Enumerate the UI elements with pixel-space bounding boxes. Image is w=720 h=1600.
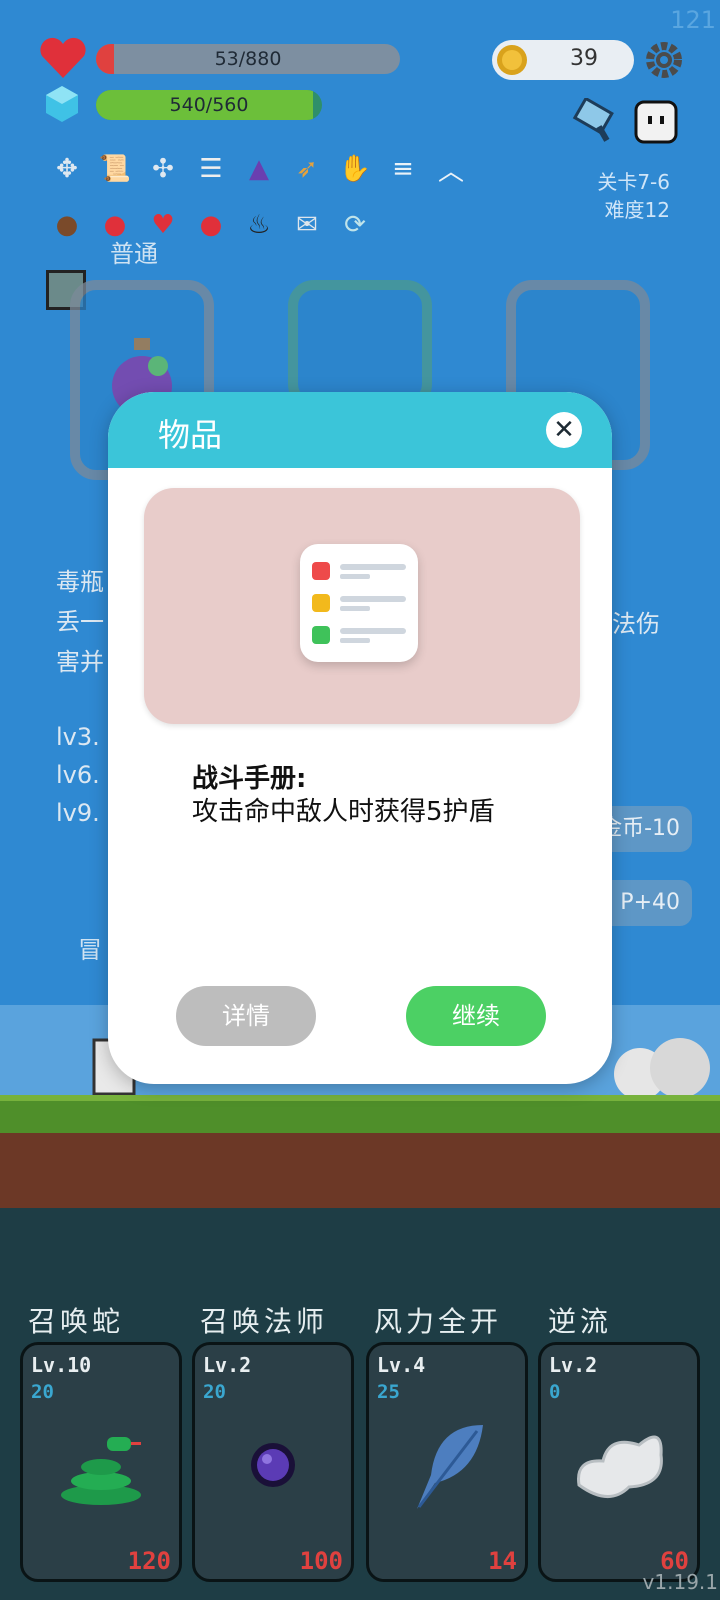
desc-line-1: 毒瓶 xyxy=(56,568,104,596)
skill-card-wind[interactable]: Lv.4 25 14 xyxy=(366,1342,528,1582)
chevron-up-icon[interactable]: ︿ xyxy=(432,150,470,188)
network-icon[interactable]: ✥ xyxy=(48,150,86,188)
level-line-1: lv3. xyxy=(56,723,100,751)
cleaver-icon[interactable] xyxy=(572,98,620,146)
coin-counter: 39 xyxy=(492,40,634,80)
skill-cost: 0 xyxy=(549,1381,561,1403)
item-description: 攻击命中敌人时获得5护盾 xyxy=(192,797,495,827)
dirt xyxy=(0,1133,720,1208)
scroll-icon[interactable]: 📜 xyxy=(96,150,134,188)
bow-icon[interactable]: ➶ xyxy=(288,150,326,188)
skill-level: Lv.2 xyxy=(549,1353,598,1377)
stage-info: 关卡7-6 难度12 xyxy=(597,168,670,224)
wizard-hat-icon[interactable]: ▲ xyxy=(240,150,278,188)
level-list: lv3. lv6. lv9. xyxy=(56,718,100,832)
skill-cost: 25 xyxy=(377,1381,400,1403)
skill-cost: 20 xyxy=(203,1381,226,1403)
skill-card-mage[interactable]: Lv.2 20 100 xyxy=(192,1342,354,1582)
continue-button[interactable]: 继续 xyxy=(406,986,546,1046)
level-line-2: lv6. xyxy=(56,761,100,789)
version-label: v1.19.1 xyxy=(642,1570,718,1594)
cloud-icon xyxy=(577,1435,663,1498)
toolbar-row-1: ✥ 📜 ✣ ☰ ▲ ➶ ✋ ≡ ︿ xyxy=(48,150,470,188)
level-line-3: lv9. xyxy=(56,799,100,827)
rarity-label: 普通 xyxy=(110,240,158,268)
ghost-icon[interactable] xyxy=(632,98,680,146)
hp-bar: 53/880 xyxy=(96,44,400,74)
desc-line-2: 丢一 xyxy=(56,608,104,636)
toolbar-row-2: ● ● ♥ ● ♨ ✉ ⟳ xyxy=(48,206,374,244)
skill-cost: 20 xyxy=(31,1381,54,1403)
skill-title-4: 逆流 xyxy=(548,1305,613,1338)
choice-card-2 xyxy=(288,280,432,410)
skill-title-3: 风力全开 xyxy=(374,1305,503,1338)
cycle-icon[interactable]: ⟳ xyxy=(336,206,374,244)
skill-title-1: 召唤蛇 xyxy=(28,1305,125,1338)
hand-icon[interactable]: ✋ xyxy=(336,150,374,188)
slider-icon[interactable]: ≡ xyxy=(384,150,422,188)
fps-counter: 121 xyxy=(670,6,716,34)
skill-title-2: 召唤法师 xyxy=(200,1305,329,1338)
skill-value: 120 xyxy=(127,1547,171,1575)
strawberry-icon[interactable]: ● xyxy=(192,206,230,244)
coin-value: 39 xyxy=(570,46,598,71)
mp-bar: 540/560 xyxy=(96,90,322,120)
modal-header: 物品 ✕ xyxy=(108,392,612,468)
checklist-icon xyxy=(300,544,418,662)
hero-label: 冒 xyxy=(78,936,102,964)
feather-icon xyxy=(417,1425,483,1509)
snake-icon xyxy=(61,1437,141,1505)
skill-level: Lv.2 xyxy=(203,1353,252,1377)
mail-icon[interactable]: ✉ xyxy=(288,206,326,244)
desc-right: 法伤 xyxy=(612,610,660,638)
skill-card-snake[interactable]: Lv.10 20 120 xyxy=(20,1342,182,1582)
item-preview xyxy=(144,488,580,724)
orb-icon xyxy=(251,1443,295,1487)
detail-button[interactable]: 详情 xyxy=(176,986,316,1046)
mp-text: 540/560 xyxy=(169,94,249,116)
desc-line-3: 害并 xyxy=(56,648,104,676)
heart-icon xyxy=(40,37,86,78)
hp-text: 53/880 xyxy=(214,48,282,70)
skill-level: Lv.10 xyxy=(31,1353,92,1377)
stage-label: 关卡7-6 xyxy=(597,170,670,194)
coin-icon xyxy=(497,45,527,75)
difficulty-label: 难度12 xyxy=(604,198,670,222)
cauldron-icon[interactable]: ♨ xyxy=(240,206,278,244)
background-desc: 毒瓶 丢一 害并 xyxy=(56,562,104,682)
arrows-icon[interactable]: ✣ xyxy=(144,150,182,188)
crystal-icon xyxy=(46,86,78,122)
item-name: 战斗手册: xyxy=(192,764,307,794)
skill-level: Lv.4 xyxy=(377,1353,426,1377)
cloud-scenery xyxy=(614,1038,710,1098)
modal-title: 物品 xyxy=(158,416,223,454)
skill-card-backflow[interactable]: Lv.2 0 60 xyxy=(538,1342,700,1582)
item-modal: 物品 ✕ 战斗手册: 攻击命中敌人时获得5护盾 详情 继续 xyxy=(108,392,612,1084)
checklist-icon[interactable]: ☰ xyxy=(192,150,230,188)
close-icon[interactable]: ✕ xyxy=(546,412,582,448)
skill-value: 14 xyxy=(488,1547,517,1575)
coconut-icon[interactable]: ● xyxy=(48,206,86,244)
skill-value: 100 xyxy=(299,1547,343,1575)
settings-gear-icon[interactable] xyxy=(644,40,684,80)
